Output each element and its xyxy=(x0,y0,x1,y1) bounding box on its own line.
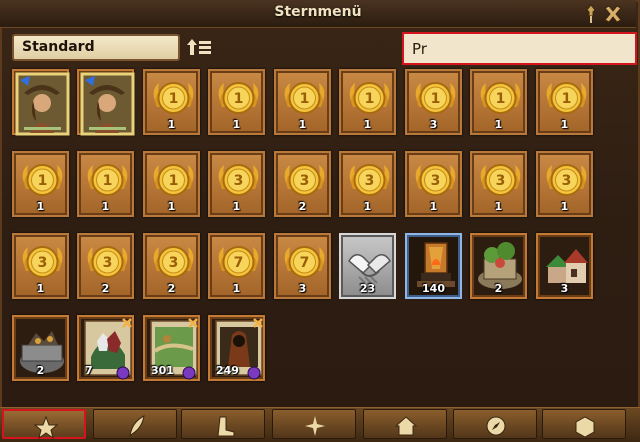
item-slot[interactable]: 1 1 xyxy=(536,69,593,135)
svg-text:1: 1 xyxy=(169,173,179,189)
box-icon xyxy=(575,416,595,438)
buildings-tab[interactable] xyxy=(363,409,447,439)
item-slot[interactable]: 1 1 xyxy=(143,69,200,135)
item-slot[interactable]: 249 xyxy=(208,315,265,381)
star-tab[interactable] xyxy=(2,409,86,439)
item-slot[interactable]: 1 1 xyxy=(470,69,527,135)
svg-text:3: 3 xyxy=(300,173,310,189)
svg-text:1: 1 xyxy=(365,91,375,107)
item-slot[interactable]: 3 1 xyxy=(339,151,396,217)
item-count: 1 xyxy=(36,282,45,295)
item-slot[interactable]: 23 xyxy=(339,233,396,299)
item-slot[interactable] xyxy=(12,69,70,136)
item-count: 249 xyxy=(216,364,239,377)
boot-icon xyxy=(217,416,235,437)
item-slot[interactable]: 1 1 xyxy=(12,151,69,217)
item-slot[interactable]: 140 xyxy=(405,233,462,299)
item-count: 1 xyxy=(167,118,176,131)
svg-text:7: 7 xyxy=(300,255,310,271)
item-slot[interactable]: 2 xyxy=(470,233,527,299)
svg-text:1: 1 xyxy=(169,91,179,107)
item-slot[interactable]: 3 1 xyxy=(405,151,462,217)
svg-text:3: 3 xyxy=(431,173,441,189)
item-count: 1 xyxy=(167,200,176,213)
loot-tab[interactable] xyxy=(542,409,626,439)
item-slot[interactable]: 3 xyxy=(536,233,593,299)
item-count: 3 xyxy=(560,282,569,295)
item-slot[interactable]: 1 1 xyxy=(143,151,200,217)
item-count: 2 xyxy=(167,282,176,295)
svg-text:1: 1 xyxy=(234,91,244,107)
compass-icon xyxy=(486,416,506,436)
item-slot[interactable]: 301 xyxy=(143,315,200,381)
item-count: 3 xyxy=(298,282,307,295)
item-slot[interactable]: 3 2 xyxy=(143,233,200,299)
svg-text:1: 1 xyxy=(562,91,572,107)
item-count: 2 xyxy=(36,364,45,377)
item-count: 1 xyxy=(494,118,503,131)
item-slot[interactable]: 3 2 xyxy=(77,233,134,299)
item-count: 1 xyxy=(298,118,307,131)
item-count: 140 xyxy=(422,282,445,295)
misc-tab[interactable] xyxy=(453,409,537,439)
svg-text:3: 3 xyxy=(234,173,244,189)
item-slot[interactable]: 2 xyxy=(12,315,69,381)
item-slot[interactable]: 1 1 xyxy=(208,69,265,135)
feather-icon xyxy=(129,415,145,438)
buffs-tab[interactable] xyxy=(181,409,265,439)
item-slot[interactable]: 1 3 xyxy=(405,69,462,135)
item-slot[interactable]: 1 1 xyxy=(77,151,134,217)
svg-text:7: 7 xyxy=(234,255,244,271)
item-count: 1 xyxy=(101,200,110,213)
item-count: 1 xyxy=(560,118,569,131)
resources-tab[interactable] xyxy=(93,409,177,439)
item-slot[interactable] xyxy=(77,69,135,136)
item-count: 3 xyxy=(429,118,438,131)
svg-text:3: 3 xyxy=(562,173,572,189)
item-slot[interactable]: 3 1 xyxy=(208,151,265,217)
star-icon xyxy=(34,415,58,439)
item-slot[interactable]: 7 3 xyxy=(274,233,331,299)
svg-text:1: 1 xyxy=(300,91,310,107)
item-slot[interactable]: 3 1 xyxy=(536,151,593,217)
item-count: 2 xyxy=(298,200,307,213)
house-icon xyxy=(394,416,418,436)
svg-text:3: 3 xyxy=(169,255,179,271)
item-slot[interactable]: 3 2 xyxy=(274,151,331,217)
item-slot[interactable]: 1 1 xyxy=(274,69,331,135)
svg-text:3: 3 xyxy=(103,255,113,271)
item-slot[interactable]: 7 xyxy=(77,315,134,381)
svg-text:3: 3 xyxy=(496,173,506,189)
svg-text:3: 3 xyxy=(365,173,375,189)
item-count: 1 xyxy=(36,200,45,213)
item-slot[interactable]: 7 1 xyxy=(208,233,265,299)
svg-text:1: 1 xyxy=(38,173,48,189)
svg-text:1: 1 xyxy=(496,91,506,107)
item-count: 1 xyxy=(363,118,372,131)
svg-text:1: 1 xyxy=(103,173,113,189)
item-slot[interactable]: 3 1 xyxy=(470,151,527,217)
item-slot[interactable]: 3 1 xyxy=(12,233,69,299)
item-count: 2 xyxy=(101,282,110,295)
item-count: 1 xyxy=(232,118,241,131)
item-count: 1 xyxy=(363,200,372,213)
item-grid: 1 1 1 1 1 1 1 1 1 3 1 1 1 1 1 1 1 1 1 1 … xyxy=(0,0,640,442)
item-count: 1 xyxy=(232,200,241,213)
item-count: 1 xyxy=(429,200,438,213)
svg-text:1: 1 xyxy=(431,91,441,107)
sparkle-icon xyxy=(305,416,325,436)
item-count: 2 xyxy=(494,282,503,295)
item-count: 7 xyxy=(85,364,93,377)
item-count: 23 xyxy=(359,282,376,295)
item-count: 1 xyxy=(560,200,569,213)
specialists-tab[interactable] xyxy=(272,409,356,439)
item-count: 1 xyxy=(232,282,241,295)
item-count: 301 xyxy=(151,364,174,377)
item-count: 1 xyxy=(494,200,503,213)
svg-text:3: 3 xyxy=(38,255,48,271)
item-slot[interactable]: 1 1 xyxy=(339,69,396,135)
